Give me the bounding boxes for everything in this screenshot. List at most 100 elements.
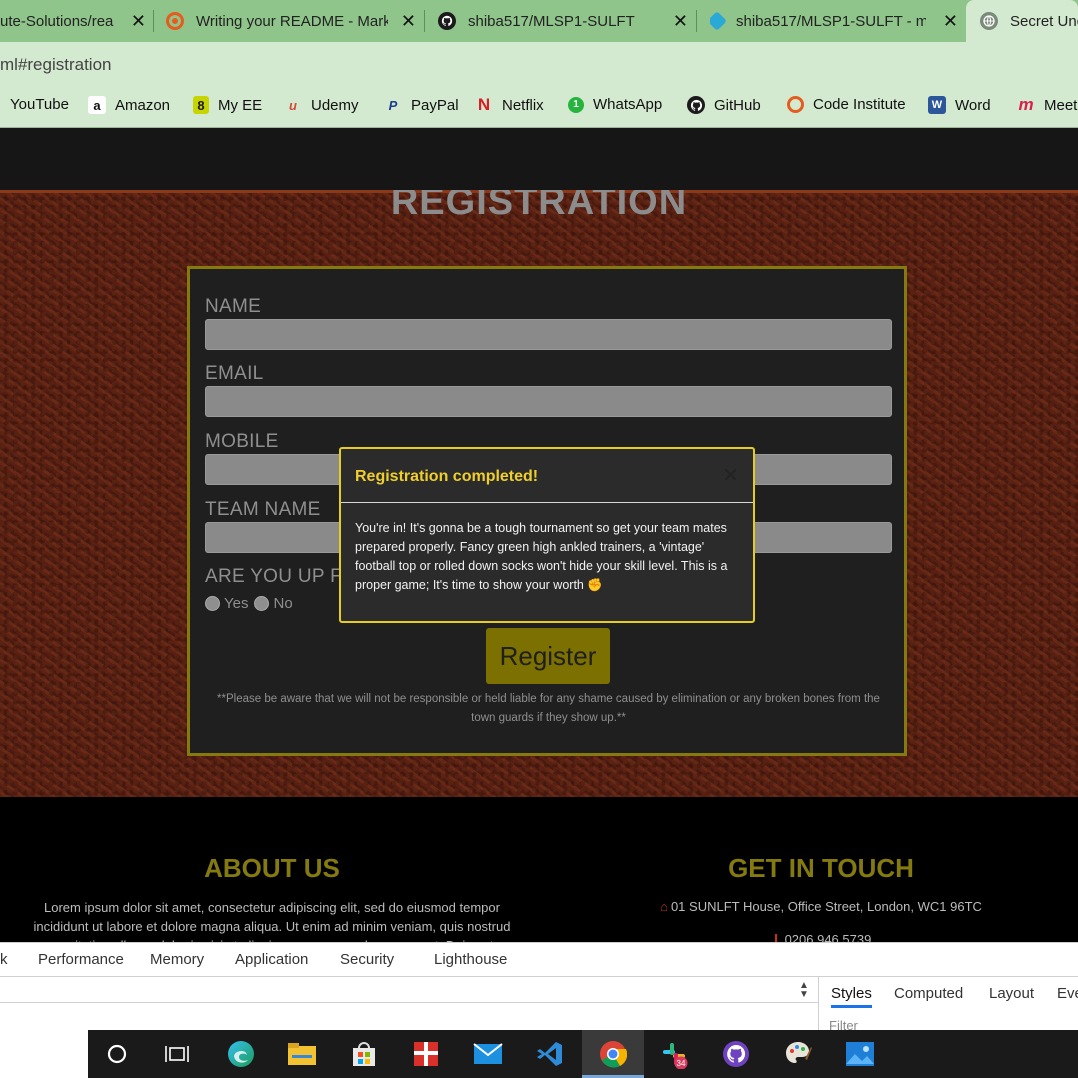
close-tab-icon[interactable]: ✕ (943, 11, 958, 32)
gitpod-icon (710, 11, 727, 31)
bookmark-my-ee[interactable]: 8 My EE (193, 96, 262, 114)
close-tab-icon[interactable]: ✕ (673, 11, 688, 32)
mobile-label: MOBILE (205, 431, 279, 452)
amazon-icon: a (88, 96, 106, 114)
devtools-tab-application[interactable]: Application (235, 951, 308, 968)
slack-icon[interactable]: 34 (659, 1039, 689, 1069)
layout-tab[interactable]: Layout (989, 985, 1034, 1002)
code-institute-icon (787, 96, 804, 113)
tab-title: Secret Und (1010, 12, 1078, 30)
gift-icon[interactable] (411, 1039, 441, 1069)
word-icon: W (928, 96, 946, 114)
vscode-icon[interactable] (535, 1039, 565, 1069)
answer-radio-group: Yes No (205, 595, 299, 612)
netflix-icon: N (477, 95, 491, 114)
disclaimer-text: **Please be aware that we will not be re… (217, 693, 880, 724)
email-field[interactable] (205, 386, 892, 417)
edge-icon[interactable] (226, 1039, 256, 1069)
github-icon (438, 12, 456, 30)
bookmark-label: Word (955, 96, 991, 114)
bookmark-paypal[interactable]: P PayPal (384, 96, 459, 114)
no-label: No (273, 595, 293, 612)
devtools-tab-lighthouse[interactable]: Lighthouse (434, 951, 507, 968)
bookmark-word[interactable]: W Word (928, 96, 991, 114)
address-line: ⌂ 01 SUNLFT House, Office Street, London,… (600, 899, 1042, 914)
site-footer: ABOUT US Lorem ipsum dolor sit amet, con… (0, 797, 1078, 942)
whatsapp-icon: 1 (568, 96, 584, 113)
modal-body: You're in! It's gonna be a tough tournam… (355, 519, 739, 595)
site-navbar (0, 128, 1078, 190)
meetup-icon: m (1018, 95, 1034, 114)
bookmark-label: My EE (218, 96, 263, 114)
bookmark-label: Amazon (115, 96, 171, 114)
phone-icon: ❙ (770, 932, 782, 942)
name-label: NAME (205, 296, 262, 317)
bookmark-label: Udemy (311, 96, 359, 114)
scroll-arrows-icon[interactable]: ▲ ▼ (799, 981, 809, 1000)
devtools-panel: k Performance Memory Application Securit… (0, 942, 1078, 1033)
address-text: 01 SUNLFT House, Office Street, London, … (670, 899, 982, 914)
bookmark-code-institute[interactable]: Code Institute (787, 96, 906, 113)
home-icon: ⌂ (660, 899, 668, 914)
tab-separator (696, 10, 697, 32)
raised-fist-icon: ✊ (587, 578, 603, 592)
address-bar[interactable]: ml#registration (0, 42, 1078, 84)
bookmark-amazon[interactable]: a Amazon (88, 96, 170, 114)
close-icon[interactable]: ✕ (722, 466, 739, 486)
store-icon[interactable] (349, 1039, 379, 1069)
no-radio[interactable] (254, 596, 270, 611)
paint-icon[interactable] (783, 1039, 813, 1069)
tab-separator (424, 10, 425, 32)
code-institute-icon (166, 12, 184, 30)
photos-icon[interactable] (845, 1039, 875, 1069)
task-view-icon[interactable] (162, 1039, 192, 1069)
bookmark-label: Meet (1044, 96, 1078, 114)
bookmark-udemy[interactable]: u Udemy (284, 96, 359, 114)
browser-tab[interactable]: Writing your README - Mark ✕ (166, 0, 422, 42)
devtools-console-row[interactable] (0, 977, 818, 1003)
cortana-icon[interactable] (102, 1039, 132, 1069)
bookmark-github[interactable]: GitHub (687, 96, 761, 114)
page-title-text: REGISTRATION (390, 190, 688, 223)
browser-tab-strip: ute-Solutions/rea ✕ Writing your README … (0, 0, 1078, 42)
yes-label: Yes (224, 595, 249, 612)
yes-radio[interactable] (205, 596, 220, 611)
bookmark-youtube[interactable]: YouTube (10, 96, 69, 113)
github-desktop-icon[interactable] (721, 1039, 751, 1069)
get-in-touch-heading: GET IN TOUCH (728, 853, 914, 883)
ee-icon: 8 (193, 96, 209, 114)
bookmark-meet[interactable]: m Meet (1017, 95, 1078, 114)
udemy-icon: u (289, 97, 297, 113)
name-field[interactable] (205, 319, 892, 350)
devtools-tab[interactable]: k (0, 951, 8, 968)
mail-icon[interactable] (473, 1039, 503, 1069)
file-explorer-icon[interactable] (287, 1039, 317, 1069)
browser-tab[interactable]: shiba517/MLSP1-SULFT ✕ (438, 0, 694, 42)
devtools-tab-memory[interactable]: Memory (150, 951, 204, 968)
event-listeners-tab[interactable]: Eve (1057, 985, 1078, 1002)
pane-divider[interactable] (818, 977, 819, 1031)
url-text[interactable]: ml#registration (0, 55, 112, 75)
devtools-tab-security[interactable]: Security (340, 951, 394, 968)
chrome-icon[interactable] (582, 1030, 644, 1078)
devtools-tab-performance[interactable]: Performance (38, 951, 124, 968)
windows-taskbar: 34 (0, 1030, 1078, 1078)
browser-tab-active[interactable]: Secret Und (966, 0, 1078, 42)
close-tab-icon[interactable]: ✕ (401, 11, 416, 32)
register-button[interactable]: Register (486, 628, 610, 684)
browser-tab[interactable]: ute-Solutions/rea ✕ (0, 0, 152, 42)
bookmark-whatsapp[interactable]: 1 WhatsApp (568, 96, 662, 113)
page-title: REGISTRATION (0, 190, 1078, 224)
modal-title: Registration completed! (355, 468, 539, 485)
computed-tab[interactable]: Computed (894, 985, 963, 1002)
about-us-heading: ABOUT US (204, 853, 340, 883)
about-us-text: Lorem ipsum dolor sit amet, consectetur … (33, 900, 511, 942)
browser-tab[interactable]: shiba517/MLSP1-SULFT - ma ✕ (710, 0, 964, 42)
modal-header: Registration completed! ✕ (341, 449, 753, 503)
styles-tab[interactable]: Styles (831, 985, 872, 1008)
bookmark-netflix[interactable]: N Netflix (475, 95, 544, 114)
globe-icon (980, 12, 998, 30)
close-tab-icon[interactable]: ✕ (131, 11, 146, 32)
github-icon (687, 96, 705, 114)
question-label: ARE YOU UP FO (205, 566, 358, 587)
